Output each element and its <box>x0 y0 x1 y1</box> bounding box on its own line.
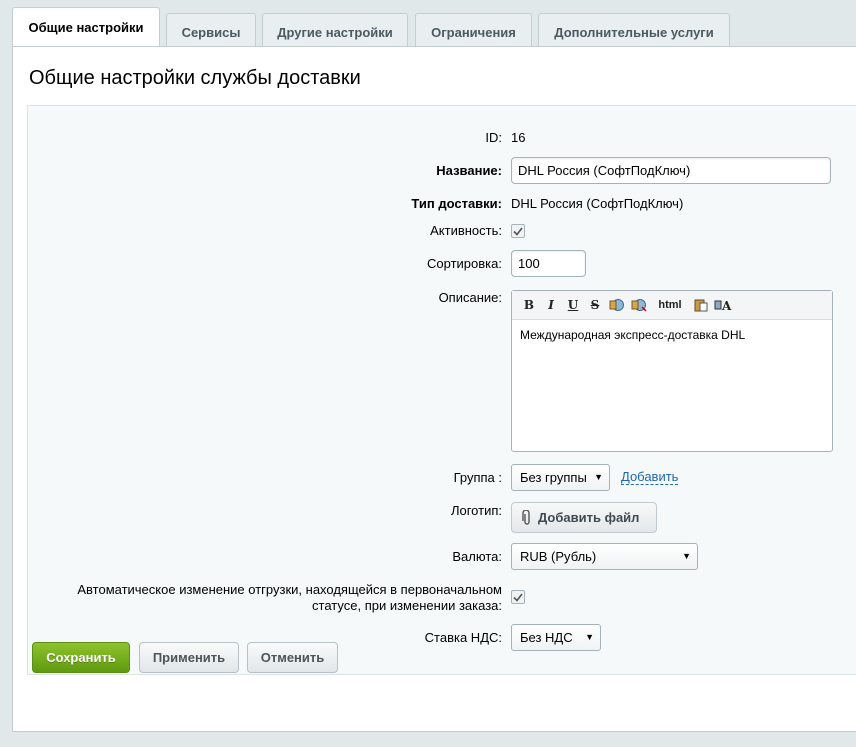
paperclip-icon <box>522 509 530 525</box>
tab-label: Дополнительные услуги <box>554 25 714 40</box>
vat-select-value: Без НДС <box>520 630 573 645</box>
id-label: ID: <box>485 130 502 145</box>
tab-label: Ограничения <box>431 25 516 40</box>
name-label: Название: <box>436 163 502 178</box>
paste-icon[interactable] <box>690 295 712 315</box>
delivery-type-value: DHL Россия (СофтПодКлюч) <box>511 196 684 211</box>
save-button[interactable]: Сохранить <box>32 642 130 673</box>
checkmark-icon <box>513 227 523 236</box>
description-editor: B I U S html A Международная экспресс-до <box>511 290 833 452</box>
add-file-label: Добавить файл <box>538 510 640 525</box>
page-title: Общие настройки службы доставки <box>29 67 361 89</box>
cancel-button[interactable]: Отменить <box>247 642 338 673</box>
tab-label: Общие настройки <box>28 20 144 35</box>
group-label: Группа : <box>453 470 502 485</box>
currency-select[interactable]: RUB (Рубль) ▼ <box>511 543 698 570</box>
currency-label: Валюта: <box>452 549 502 564</box>
underline-button[interactable]: U <box>562 295 584 315</box>
link-remove-icon[interactable] <box>628 295 650 315</box>
auto-change-checkbox[interactable] <box>511 590 525 604</box>
tab-label: Сервисы <box>181 25 241 40</box>
group-select[interactable]: Без группы ▼ <box>511 464 610 491</box>
group-select-value: Без группы <box>520 470 587 485</box>
delivery-type-label: Тип доставки: <box>411 196 502 211</box>
add-group-link[interactable]: Добавить <box>621 469 679 485</box>
currency-select-value: RUB (Рубль) <box>520 549 597 564</box>
tab-label: Другие настройки <box>277 25 393 40</box>
dropdown-arrow-icon: ▼ <box>585 632 594 642</box>
apply-button[interactable]: Применить <box>139 642 239 673</box>
settings-form: ID: 16 Название: Тип доставки: DHL Росси… <box>27 105 856 675</box>
bold-button[interactable]: B <box>518 295 540 315</box>
dropdown-arrow-icon: ▼ <box>682 551 691 561</box>
add-file-button[interactable]: Добавить файл <box>511 502 657 533</box>
auto-change-label-line2: статусе, при изменении заказа: <box>312 598 502 613</box>
html-mode-button[interactable]: html <box>650 295 690 315</box>
editor-toolbar: B I U S html A <box>512 291 832 320</box>
sort-input[interactable] <box>511 250 586 277</box>
strikethrough-button[interactable]: S <box>584 295 606 315</box>
description-label: Описание: <box>438 290 502 305</box>
description-text[interactable]: Международная экспресс-доставка DHL <box>512 320 832 350</box>
vat-label: Ставка НДС: <box>424 630 502 645</box>
active-label: Активность: <box>430 223 502 238</box>
dropdown-arrow-icon: ▼ <box>594 472 603 482</box>
checkmark-icon <box>513 593 523 602</box>
tab-general-settings[interactable]: Общие настройки <box>12 7 160 47</box>
id-value: 16 <box>511 130 526 145</box>
settings-panel: Общие настройки службы доставки ID: 16 Н… <box>12 46 856 732</box>
sort-label: Сортировка: <box>427 256 502 271</box>
auto-change-label-line1: Автоматическое изменение отгрузки, наход… <box>77 582 502 597</box>
link-add-icon[interactable] <box>606 295 628 315</box>
active-checkbox[interactable] <box>511 224 525 238</box>
svg-text:A: A <box>721 299 732 312</box>
vat-select[interactable]: Без НДС ▼ <box>511 624 601 651</box>
font-style-icon[interactable]: A <box>712 295 734 315</box>
italic-button[interactable]: I <box>540 295 562 315</box>
auto-change-label: Автоматическое изменение отгрузки, наход… <box>77 582 502 614</box>
logo-label: Логотип: <box>450 503 502 518</box>
name-input[interactable] <box>511 157 831 184</box>
